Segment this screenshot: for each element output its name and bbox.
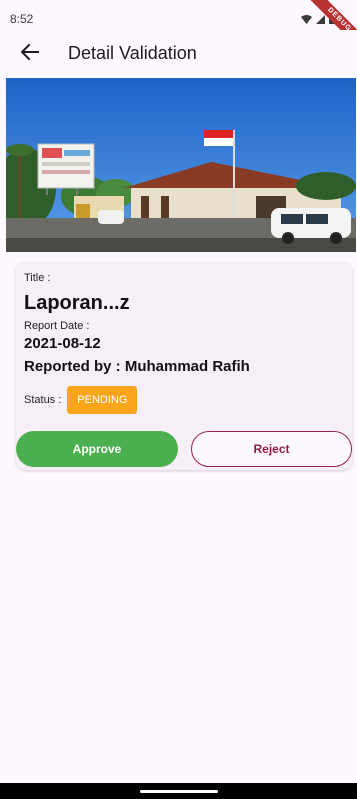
status-label: Status : <box>24 394 62 406</box>
wifi-icon <box>301 11 312 29</box>
report-date: 2021-08-12 <box>24 335 101 352</box>
arrow-back-icon <box>20 43 39 66</box>
home-handle[interactable] <box>140 790 218 793</box>
report-date-label: Report Date : <box>24 320 90 332</box>
status-row: Status : PENDING <box>24 386 138 414</box>
status-time: 8:52 <box>10 12 34 26</box>
reject-button[interactable]: Reject <box>191 431 352 467</box>
approve-button[interactable]: Approve <box>16 431 178 467</box>
reported-by: Reported by : Muhammad Rafih <box>24 358 250 375</box>
page-title: Detail Validation <box>68 43 197 63</box>
report-card: Title : Laporan...z Report Date : 2021-0… <box>16 262 352 470</box>
screen: 8:52 DEBUG Detail Validation Title: Lap… <box>0 0 357 799</box>
status-badge: PENDING <box>67 386 138 414</box>
system-nav-bar <box>0 783 357 799</box>
app-bar: Detail Validation <box>0 30 357 78</box>
report-title: Laporan...z <box>24 292 130 314</box>
status-bar: 8:52 DEBUG <box>0 0 357 53</box>
title-label: Title : <box>24 272 51 284</box>
back-button[interactable] <box>16 40 44 68</box>
report-photo <box>6 78 356 252</box>
